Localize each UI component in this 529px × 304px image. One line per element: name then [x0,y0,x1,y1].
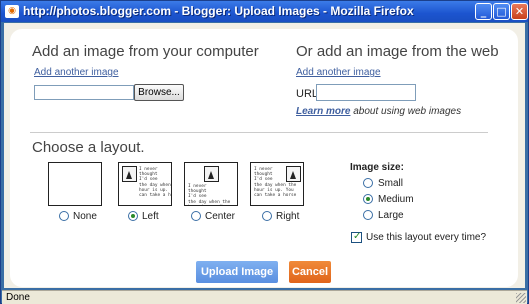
layout-center-label: Center [205,211,236,222]
layout-none-preview[interactable] [48,162,102,206]
minimize-button[interactable]: _ [475,3,492,20]
local-add-another-link[interactable]: Add another image [34,67,119,78]
size-small-label: Small [378,178,404,189]
tree-icon [208,171,214,179]
layout-sample-text: I never thought I'd see the day when the… [139,167,171,199]
tree-icon [126,171,132,179]
url-label: URL [296,88,319,100]
window-title: http://photos.blogger.com - Blogger: Upl… [23,4,414,18]
size-medium-radio[interactable] [363,194,373,204]
layout-none-radio[interactable] [59,211,69,221]
upload-dialog: Add an image from your computer Add anot… [10,29,518,287]
image-size-title: Image size: [350,162,404,173]
firefox-icon: ◉ [5,5,19,18]
image-placeholder-icon [122,166,137,182]
size-small-radio[interactable] [363,178,373,188]
browse-button[interactable]: Browse... [134,84,184,101]
cancel-button[interactable]: Cancel [289,261,331,283]
remember-layout-label: Use this layout every time? [366,232,487,243]
section-divider [30,132,488,133]
size-large-label: Large [378,210,404,221]
status-bar: Done [2,290,527,304]
resize-grip-icon[interactable] [516,293,526,303]
learn-more-line: Learn more about using web images [296,106,461,117]
learn-more-description: about using web images [350,106,462,117]
browser-window: ◉ http://photos.blogger.com - Blogger: U… [0,0,529,304]
layout-left-label: Left [142,211,159,222]
layout-right-label: Right [276,211,300,222]
remember-layout-checkbox[interactable] [351,231,362,243]
title-bar[interactable]: ◉ http://photos.blogger.com - Blogger: U… [1,1,528,22]
close-button[interactable]: ✕ [511,3,528,20]
layout-sample-text: I never thought I'd see the day when the… [254,167,297,199]
learn-more-link[interactable]: Learn more [296,106,350,117]
layout-left-preview[interactable]: I never thought I'd see the day when the… [118,162,172,206]
layout-heading: Choose a layout. [32,139,145,156]
url-input[interactable] [316,84,416,101]
size-large-radio[interactable] [363,210,373,220]
size-medium-label: Medium [378,194,414,205]
layout-right-radio[interactable] [262,211,272,221]
layout-center-radio[interactable] [191,211,201,221]
layout-center-preview[interactable]: I never thought I'd see the day when the… [184,162,238,206]
layout-right-preview[interactable]: I never thought I'd see the day when the… [250,162,304,206]
content-frame: Add an image from your computer Add anot… [4,23,525,288]
image-placeholder-icon [204,166,219,182]
file-path-input[interactable] [34,85,134,100]
layout-left-radio[interactable] [128,211,138,221]
status-text: Done [6,292,30,303]
local-upload-heading: Add an image from your computer [32,43,259,60]
maximize-button[interactable]: □ [493,3,510,20]
layout-sample-text: I never thought I'd see the day when the… [188,184,231,205]
web-add-another-link[interactable]: Add another image [296,67,381,78]
upload-image-button[interactable]: Upload Image [196,261,278,283]
layout-none-label: None [73,211,97,222]
web-upload-heading: Or add an image from the web [296,43,499,60]
